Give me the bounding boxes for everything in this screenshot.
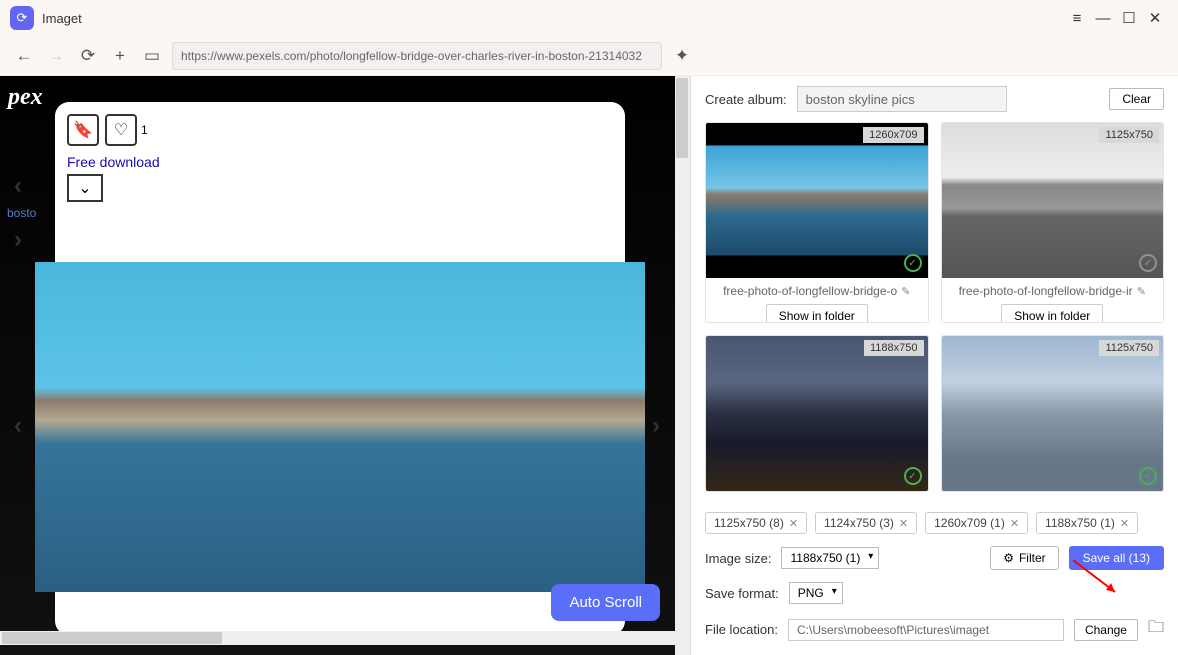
arrow-left-icon[interactable]: ‹ bbox=[14, 172, 22, 200]
wand-icon[interactable]: ✦ bbox=[670, 44, 694, 68]
card-name: free-photo-of-longfellow-bridge-ir bbox=[959, 284, 1133, 298]
image-card[interactable]: 1125x750 ✓ bbox=[941, 335, 1165, 492]
size-badge: 1125x750 bbox=[1099, 127, 1159, 143]
size-chip[interactable]: 1125x750 (8)✕ bbox=[705, 512, 807, 534]
back-button[interactable]: ← bbox=[12, 44, 36, 68]
close-button[interactable]: ✕ bbox=[1142, 5, 1168, 31]
carousel-next[interactable]: › bbox=[652, 412, 660, 440]
image-size-select[interactable]: 1188x750 (1) bbox=[781, 547, 879, 569]
create-album-label: Create album: bbox=[705, 92, 787, 107]
filter-icon: ⚙ bbox=[1003, 551, 1014, 565]
image-card[interactable]: 1260x709 ✓ free-photo-of-longfellow-brid… bbox=[705, 122, 929, 323]
app-logo-icon: ⟳ bbox=[10, 6, 34, 30]
auto-scroll-button[interactable]: Auto Scroll bbox=[551, 584, 660, 621]
change-button[interactable]: Change bbox=[1074, 619, 1138, 641]
like-button[interactable]: ♡ bbox=[105, 114, 137, 146]
file-location-label: File location: bbox=[705, 622, 778, 637]
app-title: Imaget bbox=[42, 11, 1064, 26]
size-chips: 1125x750 (8)✕ 1124x750 (3)✕ 1260x709 (1)… bbox=[691, 502, 1178, 540]
check-icon: ✓ bbox=[1139, 467, 1157, 485]
edit-icon[interactable]: ✎ bbox=[901, 285, 910, 298]
size-badge: 1188x750 bbox=[864, 340, 924, 356]
size-chip[interactable]: 1260x709 (1)✕ bbox=[925, 512, 1028, 534]
gallery: 1260x709 ✓ free-photo-of-longfellow-brid… bbox=[691, 122, 1178, 502]
menu-icon[interactable]: ≡ bbox=[1064, 5, 1090, 31]
chip-remove-icon[interactable]: ✕ bbox=[789, 517, 798, 530]
thumbnail: 1125x750 ✓ bbox=[942, 336, 1164, 491]
tab-icon[interactable]: ▭ bbox=[140, 44, 164, 68]
filter-button[interactable]: ⚙Filter bbox=[990, 546, 1058, 570]
clear-button[interactable]: Clear bbox=[1109, 88, 1164, 110]
image-size-label: Image size: bbox=[705, 551, 771, 566]
chip-remove-icon[interactable]: ✕ bbox=[1120, 517, 1129, 530]
check-icon: ✓ bbox=[1139, 254, 1157, 272]
forward-button[interactable]: → bbox=[44, 44, 68, 68]
like-count: 1 bbox=[141, 123, 148, 137]
save-format-label: Save format: bbox=[705, 586, 779, 601]
reload-button[interactable]: ⟳ bbox=[76, 44, 100, 68]
show-in-folder-button[interactable]: Show in folder bbox=[1001, 304, 1103, 323]
size-badge: 1125x750 bbox=[1099, 340, 1159, 356]
carousel-prev[interactable]: ‹ bbox=[14, 412, 22, 440]
main-photo bbox=[35, 262, 645, 592]
photo-card: 🔖 ♡ 1 Free download ⌄ bbox=[55, 102, 625, 635]
toolbar: ← → ⟳ + ▭ https://www.pexels.com/photo/l… bbox=[0, 36, 1178, 76]
save-format-select[interactable]: PNG bbox=[789, 582, 843, 604]
check-icon: ✓ bbox=[904, 254, 922, 272]
side-panel: Create album: Clear 1260x709 ✓ free-phot… bbox=[690, 76, 1178, 655]
chip-remove-icon[interactable]: ✕ bbox=[899, 517, 908, 530]
thumbnail: 1260x709 ✓ bbox=[706, 123, 928, 278]
size-badge: 1260x709 bbox=[863, 127, 923, 143]
thumbnail: 1125x750 ✓ bbox=[942, 123, 1164, 278]
album-name-input[interactable] bbox=[797, 86, 1007, 112]
arrow-right-icon[interactable]: › bbox=[14, 226, 22, 254]
chip-remove-icon[interactable]: ✕ bbox=[1010, 517, 1019, 530]
horizontal-scrollbar[interactable] bbox=[0, 631, 690, 645]
bookmark-button[interactable]: 🔖 bbox=[67, 114, 99, 146]
maximize-button[interactable]: ☐ bbox=[1116, 5, 1142, 31]
free-download-link[interactable]: Free download bbox=[67, 154, 613, 170]
minimize-button[interactable]: — bbox=[1090, 5, 1116, 31]
folder-icon[interactable]: 🗀 bbox=[1148, 616, 1164, 643]
size-chip[interactable]: 1188x750 (1)✕ bbox=[1036, 512, 1138, 534]
pexels-logo: pex bbox=[8, 84, 43, 111]
content: pex ‹ bosto › ‹ › 🔖 ♡ 1 Free download ⌄ … bbox=[0, 76, 1178, 655]
titlebar: ⟳ Imaget ≡ — ☐ ✕ bbox=[0, 0, 1178, 36]
url-input[interactable]: https://www.pexels.com/photo/longfellow-… bbox=[172, 42, 662, 70]
breadcrumb-text: bosto bbox=[7, 206, 36, 220]
edit-icon[interactable]: ✎ bbox=[1137, 285, 1146, 298]
file-location-input[interactable] bbox=[788, 619, 1064, 641]
size-chip[interactable]: 1124x750 (3)✕ bbox=[815, 512, 917, 534]
add-tab-button[interactable]: + bbox=[108, 44, 132, 68]
thumbnail: 1188x750 ✓ bbox=[706, 336, 928, 491]
vertical-scrollbar[interactable] bbox=[675, 76, 690, 655]
image-card[interactable]: 1188x750 ✓ bbox=[705, 335, 929, 492]
check-icon: ✓ bbox=[904, 467, 922, 485]
download-options-button[interactable]: ⌄ bbox=[67, 174, 103, 202]
card-name: free-photo-of-longfellow-bridge-o bbox=[723, 284, 897, 298]
show-in-folder-button[interactable]: Show in folder bbox=[766, 304, 868, 323]
image-card[interactable]: 1125x750 ✓ free-photo-of-longfellow-brid… bbox=[941, 122, 1165, 323]
browser-pane: pex ‹ bosto › ‹ › 🔖 ♡ 1 Free download ⌄ … bbox=[0, 76, 690, 655]
save-all-button[interactable]: Save all (13) bbox=[1069, 546, 1164, 570]
window-controls: ≡ — ☐ ✕ bbox=[1064, 5, 1168, 31]
